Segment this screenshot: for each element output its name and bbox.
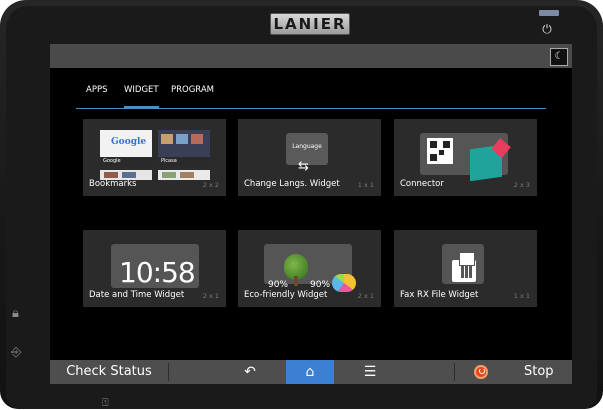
widget-label: Eco-friendly Widget bbox=[244, 290, 328, 300]
brand-logo: LANIER bbox=[270, 13, 350, 35]
widget-size: 2 x 3 bbox=[513, 181, 530, 189]
tab-program[interactable]: PROGRAM bbox=[171, 82, 214, 106]
eco-percent-2: 90% bbox=[310, 280, 331, 290]
widget-connector[interactable]: Connector 2 x 3 bbox=[394, 119, 537, 196]
eco-percent-1: 90% bbox=[268, 280, 289, 290]
widget-panel: APPS WIDGET PROGRAM Google Google Picasa bbox=[50, 68, 572, 360]
stop-icon bbox=[474, 365, 488, 379]
menu-icon: ☰ bbox=[363, 364, 377, 380]
lock-icon: 🔒︎ bbox=[12, 306, 19, 321]
widget-size: 2 x 1 bbox=[202, 292, 219, 300]
widget-date-time[interactable]: 10:58 Date and Time Widget 2 x 1 bbox=[83, 230, 226, 307]
tree-trunk-icon bbox=[294, 276, 298, 286]
home-icon: ⌂ bbox=[305, 364, 315, 380]
widget-bookmarks[interactable]: Google Google Picasa Bookmarks 2 x 2 bbox=[83, 119, 226, 196]
widget-label: Connector bbox=[400, 179, 444, 189]
widget-change-langs[interactable]: Language ⇆ Change Langs. Widget 1 x 1 bbox=[238, 119, 381, 196]
touch-screen: ☾ APPS WIDGET PROGRAM Google Google Pica… bbox=[50, 44, 572, 384]
divider bbox=[168, 363, 169, 381]
clock-time: 10:58 bbox=[119, 256, 196, 289]
widget-label: Bookmarks bbox=[89, 179, 137, 189]
widget-eco-friendly[interactable]: 90% 90% Eco-friendly Widget 2 x 1 bbox=[238, 230, 381, 307]
google-thumbnail: Google Google bbox=[100, 130, 152, 166]
widget-label: Fax RX File Widget bbox=[400, 290, 479, 300]
pie-icon bbox=[332, 274, 356, 292]
check-status-button[interactable]: Check Status bbox=[50, 360, 168, 384]
home-button[interactable]: ⌂ bbox=[286, 360, 334, 384]
picasa-thumbnail: Picasa bbox=[158, 130, 210, 166]
status-led bbox=[539, 10, 559, 16]
power-icon[interactable]: ⏻ bbox=[540, 22, 554, 36]
widget-label: Change Langs. Widget bbox=[244, 179, 340, 189]
divider bbox=[454, 363, 455, 381]
widget-size: 1 x 1 bbox=[357, 181, 374, 189]
fax-icon bbox=[452, 252, 476, 282]
tab-bar: APPS WIDGET PROGRAM bbox=[76, 82, 546, 109]
back-icon: ↶ bbox=[244, 364, 256, 380]
energy-saver-icon[interactable]: ☾ bbox=[550, 48, 568, 66]
stop-label: Stop bbox=[524, 364, 554, 379]
tab-widget[interactable]: WIDGET bbox=[124, 82, 159, 108]
top-bar: ☾ bbox=[50, 44, 572, 68]
media-slot-icon: ⍐ bbox=[102, 396, 109, 409]
widget-label: Date and Time Widget bbox=[89, 290, 185, 300]
bottom-bar: Check Status ↶ ⌂ ☰ Stop bbox=[50, 360, 572, 384]
widget-size: 2 x 1 bbox=[357, 292, 374, 300]
qr-code-icon bbox=[427, 138, 453, 164]
widget-size: 2 x 2 bbox=[202, 181, 219, 189]
widget-fax-rx[interactable]: Fax RX File Widget 1 x 1 bbox=[394, 230, 537, 307]
swap-icon: ⇆ bbox=[298, 159, 309, 174]
login-icon[interactable]: ⎆ bbox=[11, 345, 21, 360]
menu-button[interactable]: ☰ bbox=[350, 360, 390, 384]
stop-button[interactable]: Stop bbox=[462, 360, 572, 384]
widget-size: 1 x 1 bbox=[513, 292, 530, 300]
back-button[interactable]: ↶ bbox=[230, 360, 270, 384]
tab-apps[interactable]: APPS bbox=[86, 82, 107, 106]
thumbnail bbox=[158, 170, 210, 180]
